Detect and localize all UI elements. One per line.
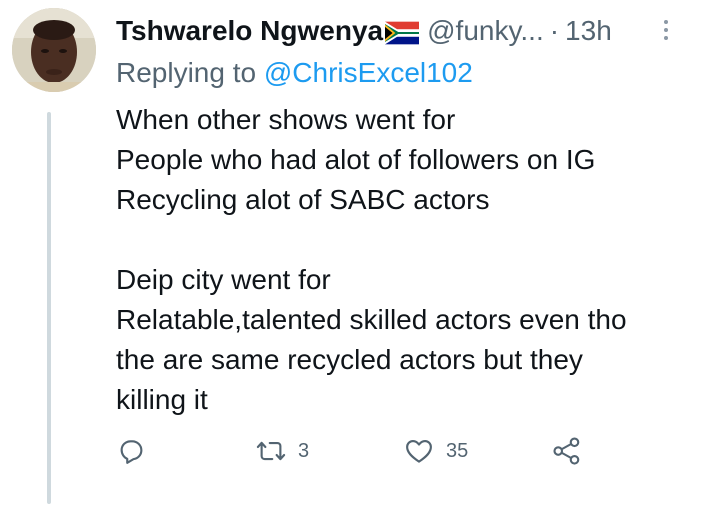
avatar[interactable] (12, 8, 96, 92)
replying-to-label: Replying to (116, 57, 257, 88)
thread-line (47, 112, 51, 504)
tweet-header: Tshwarelo Ngwenya @funky... · 13h (116, 14, 612, 48)
like-count: 35 (446, 439, 469, 462)
more-options-icon[interactable] (658, 18, 674, 46)
like-button[interactable]: 35 (404, 433, 468, 469)
tweet-text: When other shows went for People who had… (116, 100, 691, 420)
tweet-text-line: When other shows went for (116, 104, 456, 135)
tweet-actions: 3 35 (116, 433, 676, 469)
timestamp[interactable]: 13h (565, 14, 612, 48)
tweet-text-line: the are same recycled actors but they (116, 344, 583, 375)
share-icon (553, 437, 580, 465)
share-button[interactable] (552, 433, 582, 469)
reply-icon (120, 440, 143, 464)
tweet-text-line: People who had alot of followers on IG (116, 144, 596, 175)
replying-to-handle[interactable]: @ChrisExcel102 (264, 57, 473, 88)
separator-dot: · (549, 15, 560, 46)
display-name[interactable]: Tshwarelo Ngwenya (116, 14, 383, 48)
south-africa-flag-icon (385, 19, 420, 45)
retweet-button[interactable]: 3 (256, 433, 309, 469)
tweet-text-line (116, 220, 691, 260)
heart-icon (406, 439, 432, 463)
replying-to: Replying to @ChrisExcel102 (116, 56, 473, 90)
tweet-text-line: Relatable,talented skilled actors even t… (116, 304, 627, 335)
tweet-text-line: Recycling alot of SABC actors (116, 184, 490, 215)
tweet-text-line: Deip city went for (116, 264, 331, 295)
retweet-icon (256, 441, 286, 461)
avatar-photo (12, 8, 96, 92)
retweet-count: 3 (298, 439, 310, 462)
reply-button[interactable] (116, 433, 146, 469)
tweet-text-line: killing it (116, 384, 208, 415)
user-handle[interactable]: @funky... (427, 14, 544, 48)
